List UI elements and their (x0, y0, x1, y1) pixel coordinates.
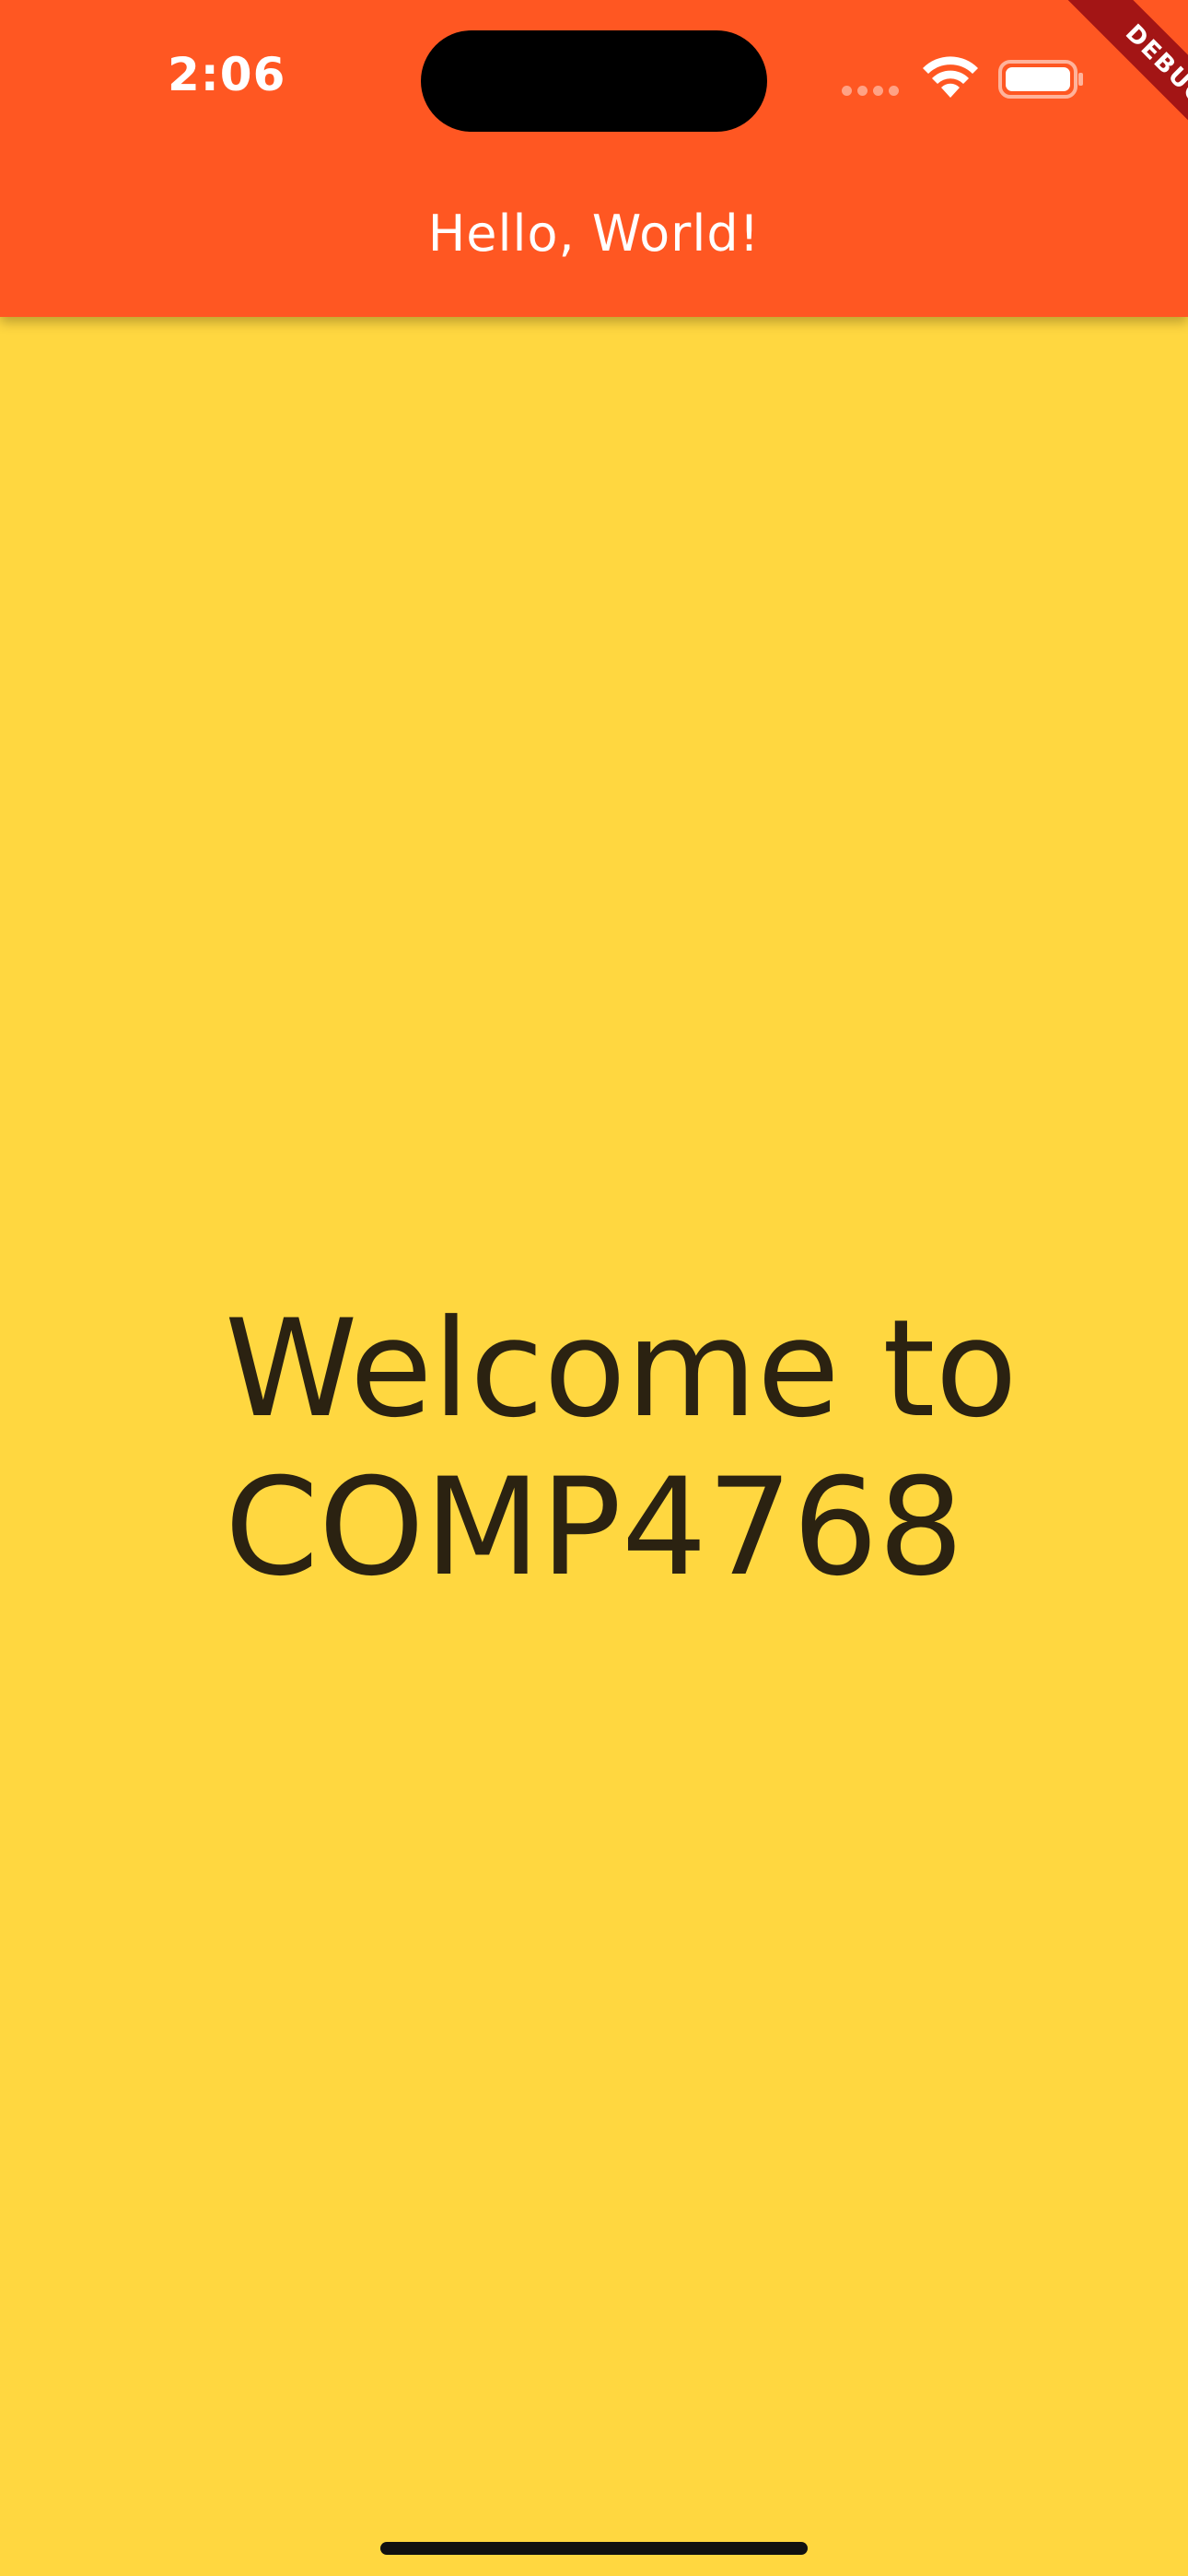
debug-banner: DEBUG (1013, 0, 1188, 175)
welcome-line-1: Welcome to (225, 1291, 1018, 1447)
welcome-message: Welcome to COMP4768 (225, 1290, 1054, 1607)
dynamic-island (421, 30, 767, 132)
signal-icon (842, 86, 899, 96)
welcome-line-2: COMP4768 (225, 1449, 964, 1606)
app-bar-title: Hello, World! (427, 205, 761, 263)
app-bar: 2:06 Hello, World! (0, 0, 1188, 317)
status-bar-time: 2:06 (168, 48, 286, 101)
home-indicator[interactable] (380, 2542, 808, 2555)
debug-banner-label: DEBUG (1052, 0, 1188, 175)
wifi-icon (923, 56, 978, 98)
